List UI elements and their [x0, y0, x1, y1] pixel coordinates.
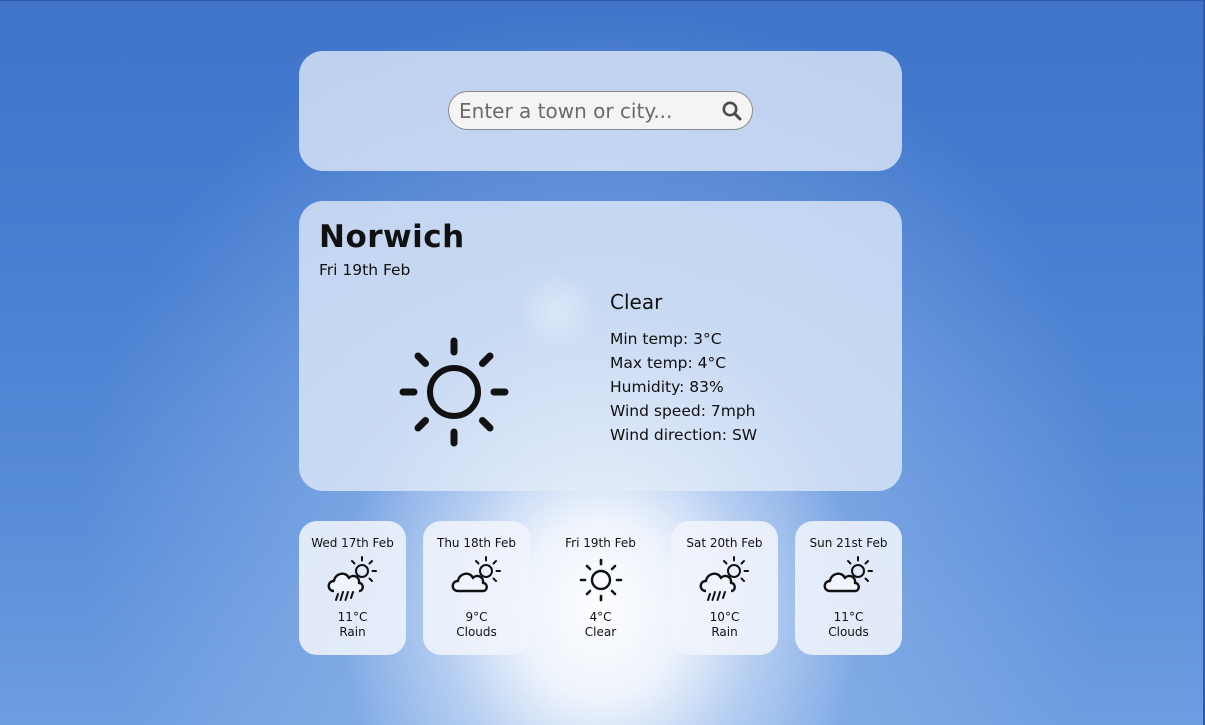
forecast-desc: Rain [711, 625, 738, 639]
humidity: Humidity: 83% [610, 378, 724, 396]
forecast-desc: Clouds [828, 625, 869, 639]
forecast-temp: 9°C [465, 610, 488, 624]
forecast-card[interactable]: Fri 19th Feb 4°C Clear [547, 521, 654, 655]
min-temp: Min temp: 3°C [610, 330, 722, 348]
forecast-day: Wed 17th Feb [311, 536, 394, 550]
max-temp: Max temp: 4°C [610, 354, 727, 372]
forecast-temp: 11°C [337, 610, 368, 624]
forecast-day: Sun 21st Feb [809, 536, 888, 550]
forecast-day: Sat 20th Feb [686, 536, 763, 550]
partly-cloudy-icon [451, 556, 501, 593]
current-condition: Clear [610, 290, 663, 314]
city-name: Norwich [319, 219, 465, 255]
forecast-desc: Clouds [456, 625, 497, 639]
search-input[interactable] [459, 96, 709, 126]
sun-icon [579, 558, 623, 602]
forecast-card[interactable]: Sun 21st Feb 11°C Clouds [795, 521, 902, 655]
forecast-desc: Rain [339, 625, 366, 639]
weather-details: Min temp: 3°C Max temp: 4°C Humidity: 83… [610, 327, 757, 447]
search-icon [722, 101, 742, 121]
sun-icon [399, 337, 509, 447]
window-top-border [0, 0, 1205, 1]
forecast-temp: 11°C [833, 610, 864, 624]
forecast-card[interactable]: Thu 18th Feb 9°C Clouds [423, 521, 530, 655]
wind-direction: Wind direction: SW [610, 426, 758, 444]
forecast-day: Thu 18th Feb [437, 536, 516, 550]
search-box [448, 91, 753, 130]
forecast-temp: 10°C [709, 610, 740, 624]
search-panel [299, 51, 902, 171]
forecast-day: Fri 19th Feb [565, 536, 636, 550]
forecast-desc: Clear [584, 625, 617, 639]
current-date: Fri 19th Feb [319, 261, 411, 279]
partly-cloudy-icon [823, 556, 873, 593]
forecast-card[interactable]: Wed 17th Feb 11°C Rain [299, 521, 406, 655]
rain-icon [699, 556, 749, 601]
search-button[interactable] [721, 100, 743, 122]
forecast-temp: 4°C [589, 610, 612, 624]
forecast-card[interactable]: Sat 20th Feb 10°C Rain [671, 521, 778, 655]
rain-icon [327, 556, 377, 601]
wind-speed: Wind speed: 7mph [610, 402, 756, 420]
current-weather-panel: Norwich Fri 19th Feb Clear Min temp: 3°C… [299, 201, 902, 491]
